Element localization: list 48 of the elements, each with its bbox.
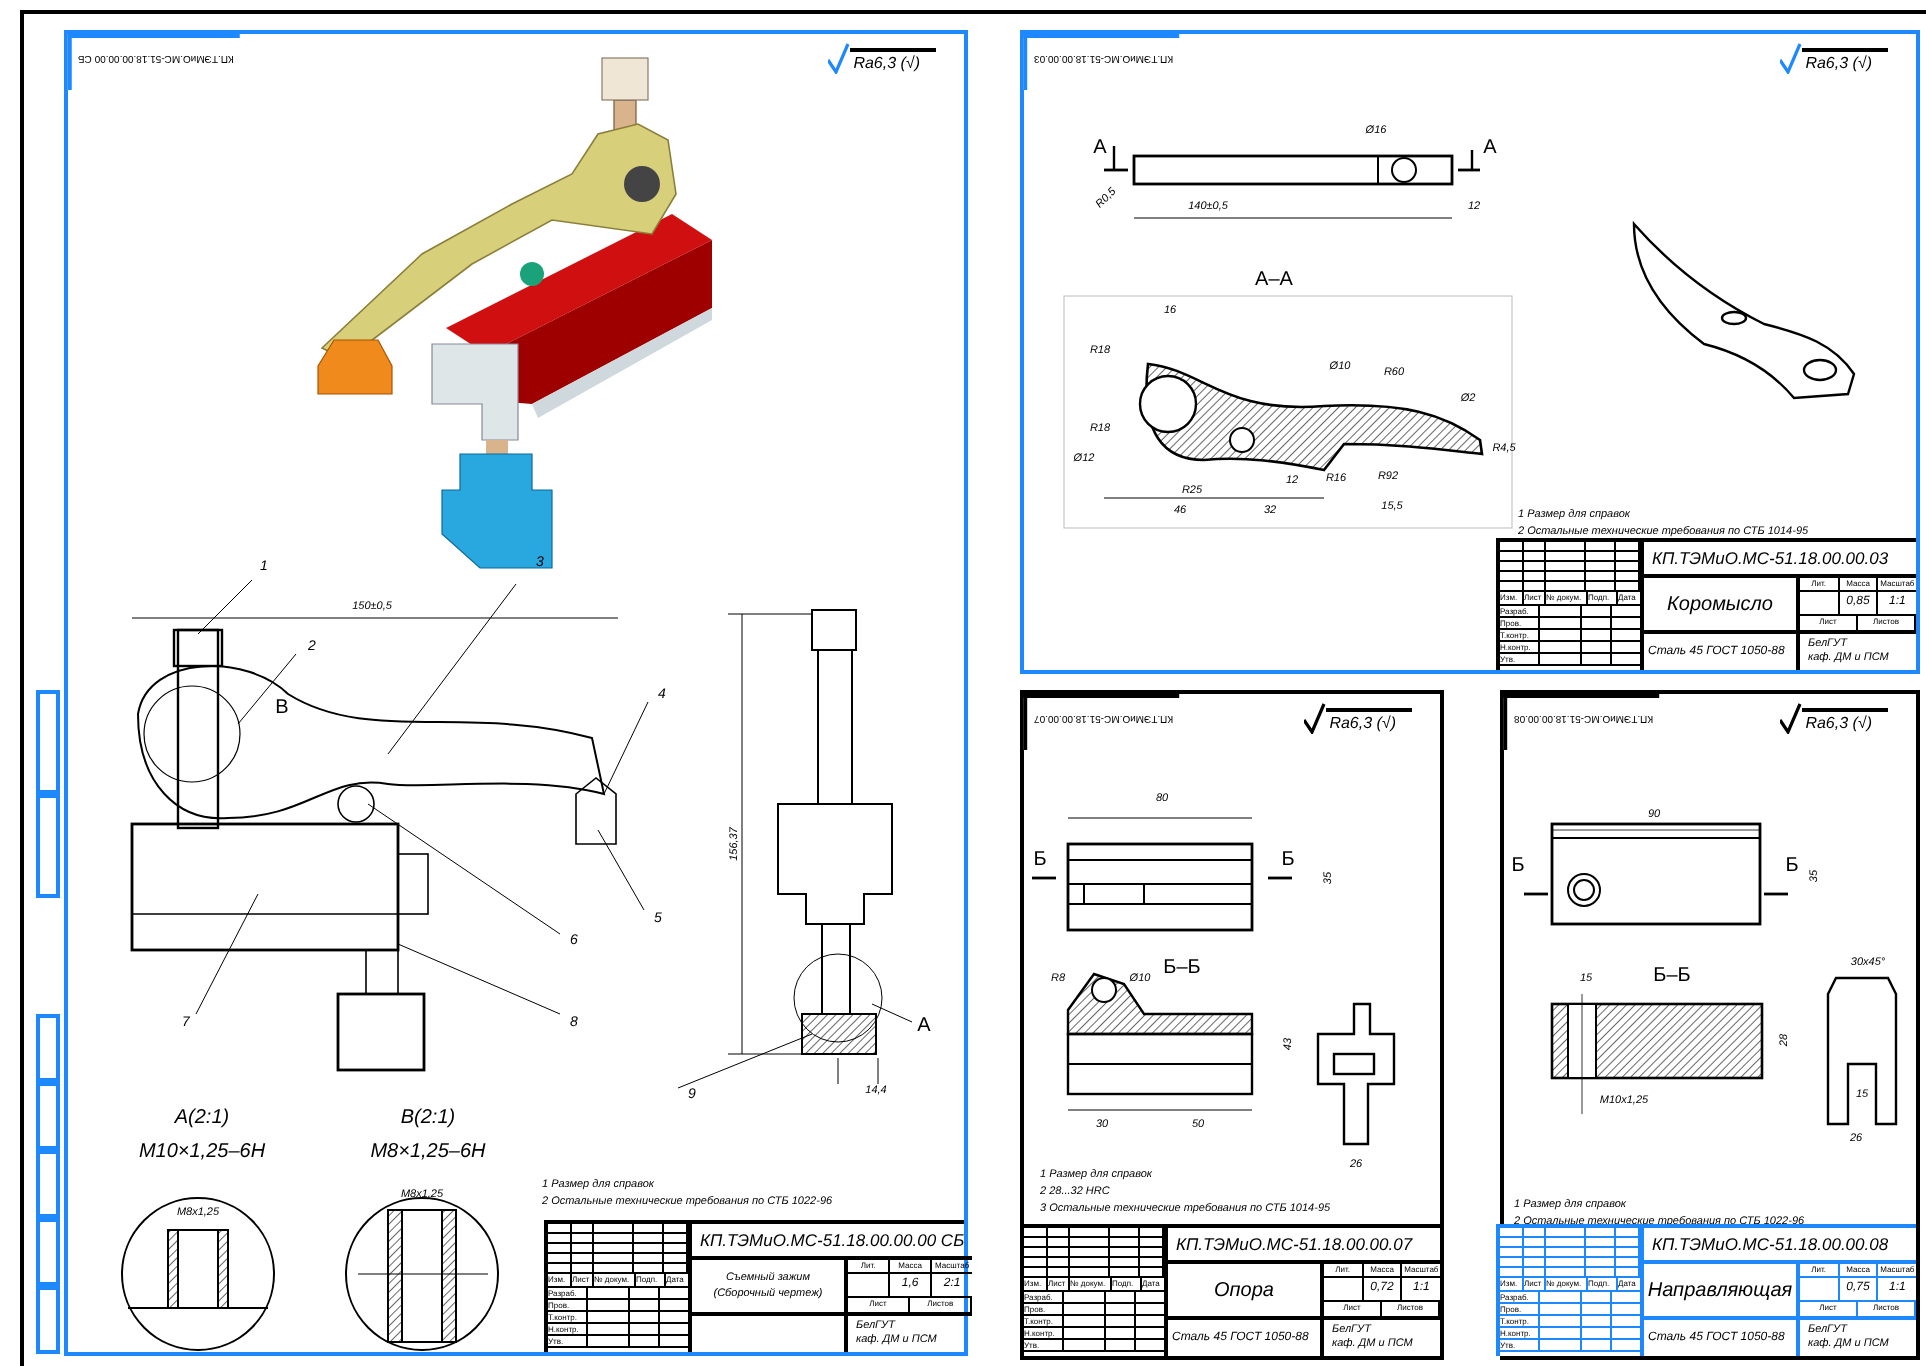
part-name: Направляющая xyxy=(1647,1277,1793,1305)
view-label: Б xyxy=(1281,849,1295,872)
roughness-mark: Ra6,3 (√) xyxy=(849,48,936,74)
view-label: Б–Б xyxy=(1653,965,1691,988)
drawing-designation: КП.ТЭМиО.МС-51.18.00.00.08 xyxy=(1652,1231,1889,1257)
view-label: Б–Б xyxy=(1163,957,1201,980)
extension-line xyxy=(727,1053,803,1055)
roughness-check-icon xyxy=(1303,702,1326,734)
roughness-check-icon xyxy=(1779,42,1802,74)
stamp-cell xyxy=(36,1286,60,1354)
leader-line xyxy=(597,829,645,911)
view-label: B xyxy=(275,697,289,720)
leader-line xyxy=(237,653,297,725)
drawing-designation: КП.ТЭМиО.МС-51.18.00.00.00 СБ xyxy=(700,1227,965,1253)
stamp-cell xyxy=(36,794,60,898)
stamp-cell xyxy=(36,1150,60,1218)
roughness-mark: Ra6,3 (√) xyxy=(1801,708,1888,734)
view-label: Б xyxy=(1785,855,1799,878)
extension-line xyxy=(837,1057,839,1085)
stamp-cell xyxy=(36,1082,60,1150)
roughness-check-icon xyxy=(827,42,850,74)
stamp-cell xyxy=(36,1218,60,1286)
extension-line xyxy=(877,1057,879,1085)
roughness-check-icon xyxy=(1779,702,1802,734)
support-side-view-drawing xyxy=(1316,1002,1396,1146)
roughness-mark: Ra6,3 (√) xyxy=(1325,708,1412,734)
detail-label: B(2:1) xyxy=(400,1107,456,1130)
part-name: Коромысло xyxy=(1667,591,1773,619)
view-label: Б xyxy=(1511,855,1525,878)
extension-line xyxy=(727,613,813,615)
view-label: A xyxy=(917,1015,931,1038)
drawing-designation: КП.ТЭМиО.МС-51.18.00.00.07 xyxy=(1176,1231,1413,1257)
leader-line xyxy=(195,893,259,1015)
part-name: Опора xyxy=(1214,1277,1274,1305)
view-label: A xyxy=(1093,137,1107,160)
view-label: A–A xyxy=(1255,269,1293,292)
view-label: Б xyxy=(1033,849,1047,872)
stamp-cell xyxy=(36,1014,60,1082)
detail-label: M10×1,25–6H xyxy=(138,1141,266,1164)
leader-line xyxy=(603,701,649,795)
detail-label: M8×1,25–6H xyxy=(370,1141,486,1164)
leader-line xyxy=(197,579,253,635)
stamp-cell xyxy=(36,690,60,794)
detail-label: A(2:1) xyxy=(174,1107,230,1130)
roughness-mark: Ra6,3 (√) xyxy=(1801,48,1888,74)
leader-line xyxy=(871,1003,913,1023)
view-label: A xyxy=(1483,137,1497,160)
drawing-designation: КП.ТЭМиО.МС-51.18.00.00.03 xyxy=(1652,545,1889,571)
